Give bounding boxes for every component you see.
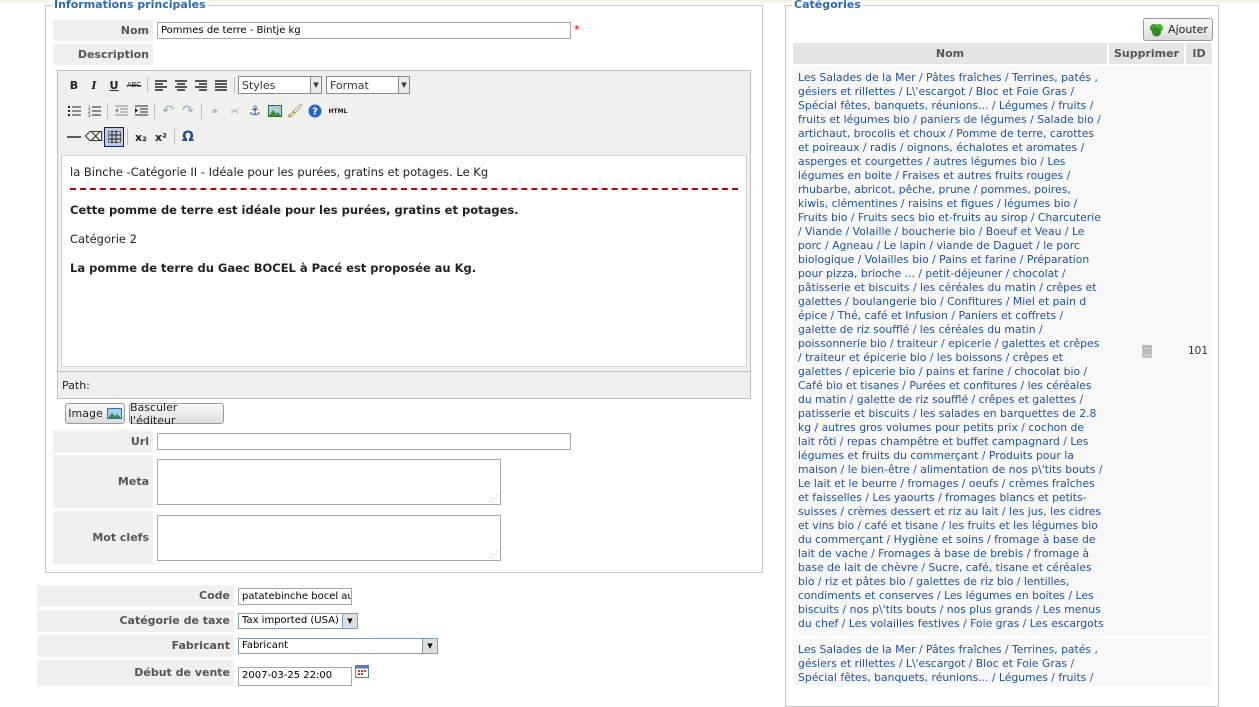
- align-justify-icon[interactable]: [211, 75, 231, 95]
- delete-icon[interactable]: [1141, 344, 1153, 358]
- html-source-button[interactable]: HTML: [325, 101, 351, 121]
- page-break-line: [70, 188, 738, 190]
- editor-content-area[interactable]: la Binche -Catégorie II - Idéale pour le…: [61, 155, 747, 367]
- description-label: Description: [53, 44, 153, 65]
- manufacturer-value: Fabricant: [242, 640, 289, 651]
- image-button[interactable]: Image: [65, 403, 125, 424]
- chevron-down-icon: ▼: [310, 77, 321, 93]
- category-path-1-text[interactable]: Les Salades de la Mer / Pâtes fraîches /…: [798, 71, 1104, 633]
- categories-legend: Catégories: [792, 0, 863, 12]
- category-id-1: 101: [1187, 345, 1209, 357]
- indent-icon[interactable]: [131, 101, 151, 121]
- name-label: Nom: [53, 20, 153, 41]
- tax-category-select[interactable]: Tax imported (USA) ▼: [238, 613, 358, 629]
- anchor-icon[interactable]: ⚓: [245, 101, 265, 121]
- col-header-name: Nom: [793, 43, 1107, 64]
- svg-text:?: ?: [312, 107, 318, 118]
- meta-description-label: Meta description: [53, 455, 153, 541]
- meta-description-textarea[interactable]: ⋰: [157, 459, 501, 505]
- col-header-delete: Supprimer: [1109, 43, 1184, 64]
- align-right-icon[interactable]: [191, 75, 211, 95]
- image-button-label: Image: [68, 407, 103, 420]
- editor-toolbar-row-1: B I U ABC Styles ▼ Format ▼: [64, 75, 414, 95]
- tax-category-value: Tax imported (USA): [242, 615, 339, 626]
- styles-select-label: Styles: [242, 78, 276, 92]
- sale-start-input[interactable]: 2007-03-25 22:00: [238, 667, 352, 686]
- remove-format-icon[interactable]: ⌫: [84, 127, 104, 147]
- editor-path-bar: Path:: [58, 371, 750, 398]
- content-line-1: la Binche -Catégorie II - Idéale pour le…: [70, 164, 738, 180]
- horizontal-rule-icon[interactable]: [64, 127, 84, 147]
- numbered-list-icon[interactable]: 123: [84, 101, 104, 121]
- styles-select[interactable]: Styles ▼: [238, 76, 322, 94]
- help-icon[interactable]: ?: [305, 101, 325, 121]
- add-category-button[interactable]: Ajouter: [1143, 18, 1213, 41]
- category-path-2[interactable]: Les Salades de la Mer / Pâtes fraîches /…: [798, 643, 1104, 686]
- toolbar-separator: [154, 103, 155, 119]
- toolbar-separator: [234, 77, 235, 93]
- chevron-down-icon: ▼: [342, 614, 357, 628]
- url-label: Url: [53, 430, 153, 453]
- keywords-textarea[interactable]: ⋰: [157, 515, 501, 561]
- sale-start-label: Début de vente: [37, 660, 234, 686]
- format-select[interactable]: Format ▼: [326, 76, 410, 94]
- toolbar-separator: [147, 77, 148, 93]
- unlink-icon[interactable]: ✂: [225, 101, 245, 121]
- tax-category-label: Catégorie de taxe: [37, 610, 234, 632]
- picture-icon: [106, 408, 122, 419]
- main-info-legend: Informations principales: [52, 0, 208, 12]
- image-icon[interactable]: [265, 101, 285, 121]
- resize-grip-icon[interactable]: ⋰: [490, 551, 498, 559]
- bold-button[interactable]: B: [64, 75, 84, 95]
- editor-toolbar-row-3: ⌫ x₂ x² Ω: [64, 127, 198, 147]
- svg-text:3: 3: [88, 113, 91, 117]
- manufacturer-select[interactable]: Fabricant ▼: [238, 638, 438, 654]
- url-input[interactable]: [157, 433, 571, 450]
- visual-aid-icon[interactable]: [104, 127, 124, 147]
- underline-button[interactable]: U: [104, 75, 124, 95]
- toolbar-separator: [174, 129, 175, 145]
- align-left-icon[interactable]: [151, 75, 171, 95]
- outdent-icon[interactable]: [111, 101, 131, 121]
- category-path-2-text[interactable]: Les Salades de la Mer / Pâtes fraîches /…: [798, 643, 1098, 686]
- manufacturer-label: Fabricant: [37, 635, 234, 657]
- content-line-1-text: la Binche -Catégorie II - Idéale pour le…: [70, 165, 489, 179]
- strikethrough-button[interactable]: ABC: [124, 75, 144, 95]
- toolbar-separator: [127, 129, 128, 145]
- chevron-down-icon: ▼: [398, 77, 409, 93]
- content-line-2: Cette pomme de terre est idéale pour les…: [70, 203, 519, 217]
- col-header-id: ID: [1186, 43, 1212, 64]
- add-icon: [1150, 23, 1164, 36]
- link-icon[interactable]: ⚭: [205, 101, 225, 121]
- toolbar-separator: [201, 103, 202, 119]
- subscript-button[interactable]: x₂: [131, 127, 151, 147]
- undo-icon[interactable]: ↶: [158, 101, 178, 121]
- italic-button[interactable]: I: [84, 75, 104, 95]
- redo-icon[interactable]: ↷: [178, 101, 198, 121]
- required-mark: *: [574, 23, 580, 36]
- align-center-icon[interactable]: [171, 75, 191, 95]
- code-label: Code: [37, 585, 234, 607]
- format-select-label: Format: [330, 78, 369, 92]
- content-line-3: Catégorie 2: [70, 232, 137, 246]
- calendar-icon[interactable]: [355, 664, 369, 678]
- name-input[interactable]: Pommes de terre - Bintje kg: [157, 22, 571, 39]
- chevron-down-icon: ▼: [422, 639, 437, 653]
- superscript-button[interactable]: x²: [151, 127, 171, 147]
- content-line-4: La pomme de terre du Gaec BOCEL à Pacé e…: [70, 261, 477, 275]
- add-category-label: Ajouter: [1168, 23, 1208, 36]
- editor-toolbar-row-2: 123 ↶ ↷ ⚭ ✂ ⚓ 🖌 ? HTML: [64, 101, 351, 121]
- special-char-button[interactable]: Ω: [178, 127, 198, 147]
- cleanup-icon[interactable]: 🖌: [285, 101, 305, 121]
- category-path-1[interactable]: Les Salades de la Mer / Pâtes fraîches /…: [798, 71, 1104, 633]
- toggle-editor-button[interactable]: Basculer l'éditeur: [129, 401, 224, 427]
- bullet-list-icon[interactable]: [64, 101, 84, 121]
- resize-grip-icon[interactable]: ⋰: [490, 495, 498, 503]
- toolbar-separator: [107, 103, 108, 119]
- code-input[interactable]: patatebinche bocel au kg: [238, 588, 352, 605]
- rich-text-editor: B I U ABC Styles ▼ Format ▼ 123 ↶ ↷ ⚭ ✂ ⚓ …: [57, 70, 751, 399]
- keywords-label: Mot clefs: [53, 511, 153, 564]
